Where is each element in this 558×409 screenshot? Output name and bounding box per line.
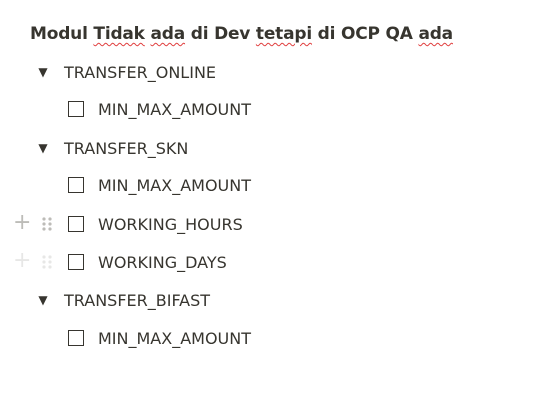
drag-handle-icon[interactable] — [40, 253, 54, 271]
heading-text-2: Tidak — [93, 24, 145, 44]
todo-label[interactable]: WORKING_HOURS — [98, 215, 243, 234]
toggle-label[interactable]: TRANSFER_BIFAST — [64, 291, 210, 310]
triangle-down-icon[interactable]: ▼ — [36, 141, 50, 155]
toggle-block-transfer-skn[interactable]: ▼ TRANSFER_SKN — [0, 134, 558, 164]
todo-label[interactable]: WORKING_DAYS — [98, 253, 227, 272]
checkbox[interactable] — [68, 330, 84, 346]
toggle-label[interactable]: TRANSFER_ONLINE — [64, 63, 216, 82]
plus-icon[interactable]: + — [13, 212, 31, 234]
heading-text-1: Modul — [30, 24, 94, 44]
page-heading[interactable]: Modul Tidak ada di Dev tetapi di OCP QA … — [30, 24, 453, 44]
checkbox[interactable] — [68, 101, 84, 117]
todo-item-hovered[interactable]: + WORKING_HOURS — [0, 211, 558, 241]
heading-text-4: ada — [150, 24, 186, 44]
heading-text-6: tetapi — [255, 24, 312, 44]
toggle-block-transfer-online[interactable]: ▼ TRANSFER_ONLINE — [0, 58, 558, 88]
drag-handle-icon[interactable] — [40, 215, 54, 233]
plus-icon[interactable]: + — [13, 250, 31, 272]
todo-item[interactable]: + WORKING_DAYS — [0, 249, 558, 279]
todo-item[interactable]: MIN_MAX_AMOUNT — [0, 172, 558, 202]
toggle-block-transfer-bifast[interactable]: ▼ TRANSFER_BIFAST — [0, 286, 558, 316]
heading-text-8: ada — [418, 24, 453, 44]
checkbox[interactable] — [68, 216, 84, 232]
todo-item[interactable]: MIN_MAX_AMOUNT — [0, 96, 558, 126]
triangle-down-icon[interactable]: ▼ — [36, 293, 50, 307]
todo-item[interactable]: MIN_MAX_AMOUNT — [0, 325, 558, 355]
todo-label[interactable]: MIN_MAX_AMOUNT — [98, 176, 251, 195]
toggle-label[interactable]: TRANSFER_SKN — [64, 139, 188, 158]
checkbox[interactable] — [68, 177, 84, 193]
heading-text-5: di Dev — [185, 24, 256, 44]
checkbox[interactable] — [68, 254, 84, 270]
todo-label[interactable]: MIN_MAX_AMOUNT — [98, 329, 251, 348]
todo-label[interactable]: MIN_MAX_AMOUNT — [98, 100, 251, 119]
triangle-down-icon[interactable]: ▼ — [36, 65, 50, 79]
heading-text-7: di OCP QA — [311, 24, 419, 44]
